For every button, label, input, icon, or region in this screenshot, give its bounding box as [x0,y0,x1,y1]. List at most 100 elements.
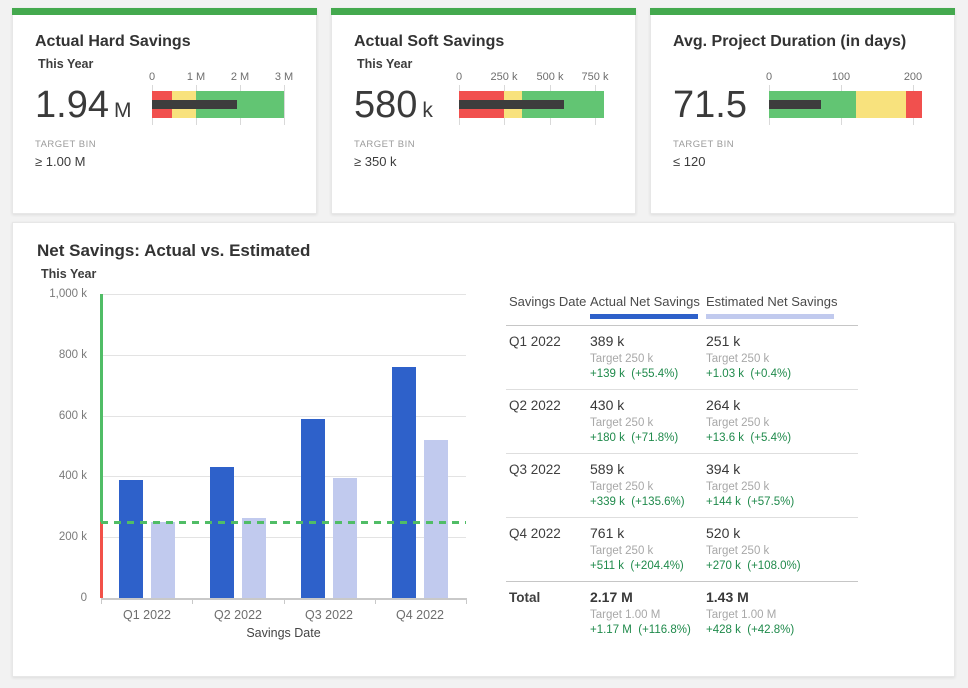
metric-value: 430 k [590,397,706,414]
bullet-axis-tick-label: 200 [891,71,935,83]
kpi-value: 1.94M [35,85,131,131]
metric-target: Target 250 k [706,416,858,430]
metric-target: Target 250 k [590,480,706,494]
kpi-card-actual-hard-savings[interactable]: Actual Hard Savings This Year 1.94M 01 M… [12,8,317,214]
bullet-axis-tick-label: 0 [437,71,481,83]
gridline [101,294,466,295]
bar-estimated-q3-2022[interactable] [333,478,357,598]
card-accent-bar [331,8,636,15]
table-metric-cell: 389 kTarget 250 k+139 k (+55.4%) [590,333,706,381]
bar-actual-q3-2022[interactable] [301,419,325,598]
kpi-title: Actual Soft Savings [354,33,504,51]
chart-title: Net Savings: Actual vs. Estimated [37,241,310,261]
metric-target: Target 250 k [706,544,858,558]
y-axis-tick-label: 1,000 k [31,287,87,301]
target-bin-value: ≥ 350 k [354,154,397,169]
target-bin-label: TARGET BIN [354,139,415,150]
metric-value: 251 k [706,333,858,350]
bullet-chart: 0100200 [769,71,948,129]
kpi-value-unit: M [114,99,132,122]
metric-value: 394 k [706,461,858,478]
y-axis-tick-label: 400 k [31,469,87,483]
table-row-q1-2022[interactable]: Q1 2022389 kTarget 250 k+139 k (+55.4%)2… [506,326,858,389]
row-label: Q3 2022 [509,461,590,478]
x-axis-line [101,598,466,600]
bullet-axis-tick-label: 100 [819,71,863,83]
metric-delta: +144 k (+57.5%) [706,495,858,509]
table-header-actual-net-savings[interactable]: Actual Net Savings [590,294,706,319]
x-axis-tick [466,598,467,604]
chart-subtitle: This Year [41,267,96,281]
bullet-axis-tick-label: 1 M [174,71,218,83]
table-row-total[interactable]: Total2.17 M Target 1.00 M+1.17 M (+116.8%… [506,582,858,645]
row-label: Q2 2022 [509,397,590,414]
bullet-chart: 01 M2 M3 M [152,71,310,129]
net-savings-panel[interactable]: Net Savings: Actual vs. Estimated This Y… [12,222,955,677]
metric-delta: +270 k (+108.0%) [706,559,858,573]
row-label-cell: Total [506,589,590,637]
metric-value: 520 k [706,525,858,542]
table-header-label: Savings Date [509,294,590,310]
metric-target: Target 250 k [706,352,858,366]
bullet-measure-bar [459,100,564,109]
metric-delta: +139 k (+55.4%) [590,367,706,381]
target-bin-value: ≤ 120 [673,154,705,169]
metric-delta: +1.17 M (+116.8%) [590,623,706,637]
bullet-measure-bar [769,100,821,109]
metric-value: 761 k [590,525,706,542]
metric-target: Target 1.00 M [590,608,706,622]
table-header-savings-date[interactable]: Savings Date [506,294,590,319]
bullet-axis-tick-label: 750 k [573,71,617,83]
table-metric-cell: 264 k Target 250 k+13.6 k (+5.4%) [706,397,858,445]
table-metric-cell: 761 kTarget 250 k+511 k (+204.4%) [590,525,706,573]
target-bin-value: ≥ 1.00 M [35,154,86,169]
table-metric-cell: 520 k Target 250 k+270 k (+108.0%) [706,525,858,573]
series-color-underline [706,314,834,319]
metric-delta: +13.6 k (+5.4%) [706,431,858,445]
table-metric-cell: 394 kTarget 250 k+144 k (+57.5%) [706,461,858,509]
metric-delta: +180 k (+71.8%) [590,431,706,445]
bullet-axis-tick-label: 250 k [482,71,526,83]
metric-value: 264 k [706,397,858,414]
table-header-label: Actual Net Savings [590,294,706,310]
table-row-q3-2022[interactable]: Q3 2022589 kTarget 250 k+339 k (+135.6%)… [506,454,858,517]
kpi-card-actual-soft-savings[interactable]: Actual Soft Savings This Year 580k 0250 … [331,8,636,214]
bullet-axis-tick [284,85,285,125]
y-axis-tick-label: 800 k [31,348,87,362]
y-axis-above-target-zone [100,294,103,522]
target-bin-label: TARGET BIN [673,139,734,150]
bar-estimated-q1-2022[interactable] [151,522,175,598]
bar-estimated-q2-2022[interactable] [242,518,266,598]
bullet-measure-bar [152,100,237,109]
table-row-q2-2022[interactable]: Q2 2022430 kTarget 250 k+180 k (+71.8%)2… [506,390,858,453]
table-row-q4-2022[interactable]: Q4 2022761 kTarget 250 k+511 k (+204.4%)… [506,518,858,581]
kpi-subtitle: This Year [38,57,93,71]
table-metric-cell: 430 kTarget 250 k+180 k (+71.8%) [590,397,706,445]
x-axis-title: Savings Date [101,626,466,640]
header-underline-spacer [509,314,590,319]
y-axis-below-target-zone [100,522,103,598]
bullet-axis-tick-label: 0 [747,71,791,83]
kpi-value-unit: k [422,99,433,122]
table-header-label: Estimated Net Savings [706,294,858,310]
y-axis-tick-label: 600 k [31,409,87,423]
table-header-estimated-net-savings[interactable]: Estimated Net Savings [706,294,858,319]
metric-delta: +339 k (+135.6%) [590,495,706,509]
metric-value: 1.43 M [706,589,858,606]
row-label: Q4 2022 [509,525,590,542]
table-metric-cell: 1.43 MTarget 1.00 M+428 k (+42.8%) [706,589,858,637]
kpi-value: 580k [354,85,433,131]
row-label-cell: Q3 2022 [506,461,590,509]
kpi-card-avg-project-duration[interactable]: Avg. Project Duration (in days) 71.5 010… [650,8,955,214]
row-label-cell: Q1 2022 [506,333,590,381]
bar-actual-q2-2022[interactable] [210,467,234,598]
bar-actual-q1-2022[interactable] [119,480,143,598]
bar-chart-plot: 0200 k400 k600 k800 k1,000 kQ1 2022Q2 20… [101,294,466,598]
kpi-subtitle: This Year [357,57,412,71]
metric-value: 2.17 M [590,589,706,606]
card-accent-bar [650,8,955,15]
x-axis-category-label: Q2 2022 [193,608,283,622]
bullet-range-band [906,91,922,118]
bar-actual-q4-2022[interactable] [392,367,416,598]
bar-estimated-q4-2022[interactable] [424,440,448,598]
